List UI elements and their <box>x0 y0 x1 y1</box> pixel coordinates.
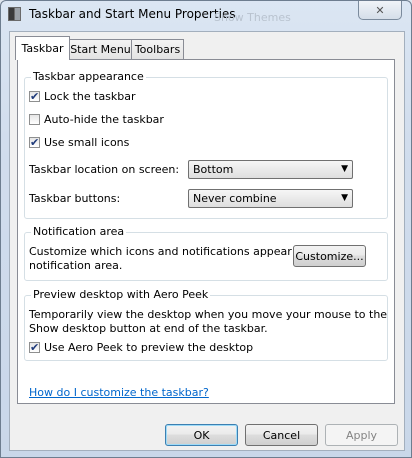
taskbar-location-dropdown[interactable]: Bottom ▼ <box>188 160 353 179</box>
dropdown-value: Never combine <box>193 192 277 205</box>
apply-label: Apply <box>345 428 378 442</box>
location-label: Taskbar location on screen: <box>29 163 180 176</box>
check-icon: ✔ <box>30 136 40 149</box>
customize-button[interactable]: Customize... <box>293 245 366 267</box>
notification-description-line2: notification area. <box>29 259 123 272</box>
tab-label: Start Menu <box>70 43 131 56</box>
cancel-button[interactable]: Cancel <box>245 424 318 446</box>
close-button[interactable]: ✕ <box>358 1 402 20</box>
aero-peek-checkbox[interactable]: ✔ <box>29 341 40 354</box>
tab-label: Taskbar <box>21 42 64 55</box>
aero-peek-group: Preview desktop with Aero Peek Temporari… <box>24 288 388 361</box>
taskbar-buttons-dropdown[interactable]: Never combine ▼ <box>188 189 353 208</box>
chevron-down-icon: ▼ <box>341 193 348 203</box>
auto-hide-label: Auto-hide the taskbar <box>44 113 164 126</box>
taskbar-appearance-group: Taskbar appearance ✔ Lock the taskbar Au… <box>24 70 388 219</box>
close-icon: ✕ <box>375 3 385 17</box>
small-icons-checkbox[interactable]: ✔ <box>29 136 40 149</box>
apply-button: Apply <box>325 424 398 446</box>
small-icons-label: Use small icons <box>44 136 130 149</box>
tab-toolbars[interactable]: Toolbars <box>131 39 184 59</box>
auto-hide-checkbox[interactable] <box>29 114 40 125</box>
customize-label: Customize... <box>295 249 364 263</box>
cancel-label: Cancel <box>262 428 301 442</box>
window-title: Taskbar and Start Menu Properties <box>29 7 236 21</box>
ok-button[interactable]: OK <box>165 424 238 446</box>
dialog-client-area: Taskbar Start Menu Toolbars Taskbar appe… <box>9 31 405 451</box>
buttons-label: Taskbar buttons: <box>29 192 121 205</box>
background-window-text: Show Themes <box>214 11 291 24</box>
peek-description-line2: Show desktop button at end of the taskba… <box>29 322 268 335</box>
check-icon: ✔ <box>30 90 40 103</box>
group-title: Preview desktop with Aero Peek <box>31 288 211 301</box>
aero-peek-label: Use Aero Peek to preview the desktop <box>44 341 254 354</box>
lock-taskbar-checkbox[interactable]: ✔ <box>29 90 40 103</box>
group-title: Notification area <box>31 225 127 238</box>
taskbar-tab-panel: Taskbar appearance ✔ Lock the taskbar Au… <box>17 59 395 404</box>
notification-description-line1: Customize which icons and notifications … <box>29 245 327 258</box>
help-link[interactable]: How do I customize the taskbar? <box>29 386 209 399</box>
tab-label: Toolbars <box>134 43 181 56</box>
tab-start-menu[interactable]: Start Menu <box>69 39 132 59</box>
ok-label: OK <box>193 428 210 442</box>
check-icon: ✔ <box>30 341 40 354</box>
lock-taskbar-label: Lock the taskbar <box>44 90 136 103</box>
dropdown-value: Bottom <box>193 163 234 176</box>
taskbar-icon <box>8 7 21 21</box>
notification-area-group: Notification area Customize which icons … <box>24 225 388 281</box>
properties-window: Taskbar and Start Menu Properties Show T… <box>0 0 412 458</box>
peek-description-line1: Temporarily view the desktop when you mo… <box>29 308 388 321</box>
tab-taskbar[interactable]: Taskbar <box>15 36 70 60</box>
group-title: Taskbar appearance <box>31 70 146 83</box>
chevron-down-icon: ▼ <box>341 164 348 174</box>
